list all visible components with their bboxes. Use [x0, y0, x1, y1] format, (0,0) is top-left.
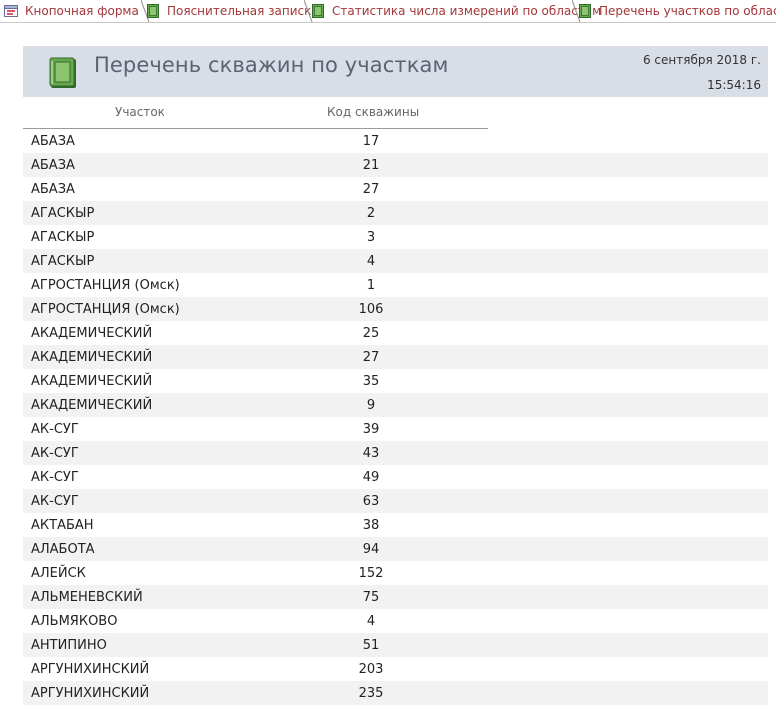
- area-cell: АК-СУГ: [31, 494, 79, 509]
- table-row: АК-СУГ 43: [23, 441, 768, 465]
- area-cell: АГРОСТАНЦИЯ (Омск): [31, 278, 180, 293]
- report-header: Перечень скважин по участкам 6 сентября …: [23, 46, 768, 97]
- area-cell: АГАСКЫР: [31, 230, 95, 245]
- table-row: АРГУНИХИНСКИЙ 203: [23, 657, 768, 681]
- well-code-cell: 27: [362, 182, 380, 197]
- well-code-cell: 4: [366, 254, 376, 269]
- table-row: АГАСКЫР 4: [23, 249, 768, 273]
- well-code-cell: 21: [362, 158, 380, 173]
- area-cell: АЛЬМЯКОВО: [31, 614, 118, 629]
- report-date: 6 сентября 2018 г.: [642, 53, 761, 67]
- well-code-cell: 3: [366, 230, 376, 245]
- tab-label: Перечень участков по областям: [599, 4, 776, 18]
- area-cell: АКАДЕМИЧЕСКИЙ: [31, 350, 153, 365]
- tab-sites-by-region[interactable]: Перечень участков по областям: [578, 0, 776, 22]
- area-cell: АК-СУГ: [31, 470, 79, 485]
- table-row: АЛАБОТА 94: [23, 537, 768, 561]
- report-time: 15:54:16: [707, 78, 761, 92]
- table-row: АГРОСТАНЦИЯ (Омск) 106: [23, 297, 768, 321]
- table-row: АКТАБАН 38: [23, 513, 768, 537]
- column-header-area: Участок: [115, 105, 165, 119]
- column-header-well-code: Код скважины: [327, 105, 420, 119]
- well-code-cell: 17: [362, 134, 380, 149]
- well-code-cell: 39: [362, 422, 380, 437]
- report-title: Перечень скважин по участкам: [94, 53, 449, 77]
- table-row: АКАДЕМИЧЕСКИЙ 27: [23, 345, 768, 369]
- table-row: АБАЗА 27: [23, 177, 768, 201]
- column-headers: Участок Код скважины: [23, 100, 488, 129]
- report-icon: [578, 4, 592, 18]
- area-cell: АКАДЕМИЧЕСКИЙ: [31, 374, 153, 389]
- table-row: АКАДЕМИЧЕСКИЙ 9: [23, 393, 768, 417]
- document-tab-bar: Кнопочная форма Пояснительная записка Ст…: [0, 0, 776, 23]
- table-row: АГАСКЫР 3: [23, 225, 768, 249]
- area-cell: АГАСКЫР: [31, 206, 95, 221]
- well-code-cell: 152: [358, 566, 384, 581]
- report-icon: [146, 4, 160, 18]
- area-cell: АК-СУГ: [31, 422, 79, 437]
- well-code-cell: 235: [358, 686, 384, 701]
- area-cell: АГАСКЫР: [31, 254, 95, 269]
- table-row: АНТИПИНО 51: [23, 633, 768, 657]
- form-icon: [4, 4, 18, 18]
- tab-label: Пояснительная записка: [167, 4, 319, 18]
- table-row: АГРОСТАНЦИЯ (Омск) 1: [23, 273, 768, 297]
- well-code-cell: 1: [366, 278, 376, 293]
- area-cell: АГРОСТАНЦИЯ (Омск): [31, 302, 180, 317]
- table-row: АК-СУГ 39: [23, 417, 768, 441]
- area-cell: АЛАБОТА: [31, 542, 95, 557]
- well-code-cell: 27: [362, 350, 380, 365]
- tab-label: Кнопочная форма: [25, 4, 139, 18]
- tab-switchboard-form[interactable]: Кнопочная форма: [4, 0, 150, 22]
- well-code-cell: 9: [366, 398, 376, 413]
- well-code-cell: 25: [362, 326, 380, 341]
- well-code-cell: 4: [366, 614, 376, 629]
- table-row: АК-СУГ 63: [23, 489, 768, 513]
- report-icon: [311, 4, 325, 18]
- well-code-cell: 2: [366, 206, 376, 221]
- area-cell: АЛЬМЕНЕВСКИЙ: [31, 590, 143, 605]
- table-row: АКАДЕМИЧЕСКИЙ 25: [23, 321, 768, 345]
- area-cell: АРГУНИХИНСКИЙ: [31, 686, 150, 701]
- well-code-cell: 43: [362, 446, 380, 461]
- area-cell: АБАЗА: [31, 158, 75, 173]
- area-cell: АКТАБАН: [31, 518, 94, 533]
- well-code-cell: 203: [358, 662, 384, 677]
- report-rows: АБАЗА 17 АБАЗА 21 АБАЗА 27 АГАСКЫР 2 АГАСКЫР…: [23, 129, 768, 705]
- table-row: АК-СУГ 49: [23, 465, 768, 489]
- well-code-cell: 94: [362, 542, 380, 557]
- table-row: АКАДЕМИЧЕСКИЙ 35: [23, 369, 768, 393]
- area-cell: АК-СУГ: [31, 446, 79, 461]
- well-code-cell: 49: [362, 470, 380, 485]
- well-code-cell: 75: [362, 590, 380, 605]
- table-row: АГАСКЫР 2: [23, 201, 768, 225]
- table-row: АРГУНИХИНСКИЙ 235: [23, 681, 768, 705]
- tab-label: Статистика числа измерений по областям: [332, 4, 602, 18]
- well-code-cell: 51: [362, 638, 380, 653]
- well-code-cell: 106: [358, 302, 384, 317]
- tab-explanatory-note[interactable]: Пояснительная записка: [146, 0, 319, 22]
- table-row: АБАЗА 17: [23, 129, 768, 153]
- report-book-icon: [48, 57, 78, 93]
- table-row: АЛЬМЕНЕВСКИЙ 75: [23, 585, 768, 609]
- area-cell: АКАДЕМИЧЕСКИЙ: [31, 398, 153, 413]
- area-cell: АБАЗА: [31, 182, 75, 197]
- tab-measurement-statistics[interactable]: Статистика числа измерений по областям: [311, 0, 601, 22]
- area-cell: АНТИПИНО: [31, 638, 107, 653]
- table-row: АЛЬМЯКОВО 4: [23, 609, 768, 633]
- area-cell: АБАЗА: [31, 134, 75, 149]
- well-code-cell: 63: [362, 494, 380, 509]
- well-code-cell: 35: [362, 374, 380, 389]
- well-code-cell: 38: [362, 518, 380, 533]
- area-cell: АЛЕЙСК: [31, 566, 86, 581]
- table-row: АБАЗА 21: [23, 153, 768, 177]
- area-cell: АРГУНИХИНСКИЙ: [31, 662, 150, 677]
- area-cell: АКАДЕМИЧЕСКИЙ: [31, 326, 153, 341]
- table-row: АЛЕЙСК 152: [23, 561, 768, 585]
